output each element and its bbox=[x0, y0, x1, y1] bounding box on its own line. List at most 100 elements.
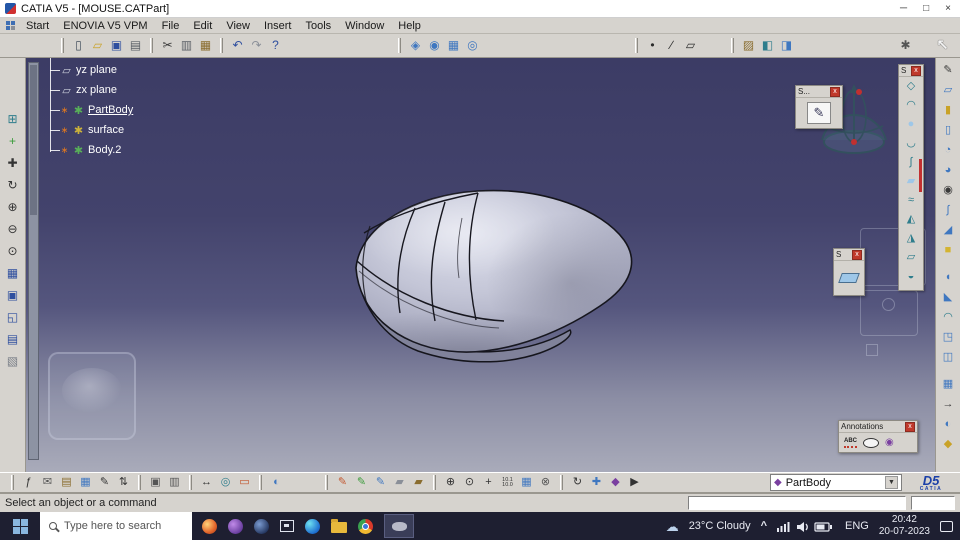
tree-item-zx-plane[interactable]: ▱ zx plane bbox=[49, 80, 133, 100]
menu-tools[interactable]: Tools bbox=[298, 19, 338, 33]
fx-knowledge-icon[interactable]: ƒ bbox=[19, 474, 38, 492]
viewport-3d[interactable]: ▱ yz plane ▱ zx plane ∗ ✱ PartBody ∗ ✱ s… bbox=[26, 58, 960, 472]
comment-icon[interactable]: ✉ bbox=[38, 474, 57, 492]
hide-show-icon[interactable]: ⊕ bbox=[441, 474, 460, 492]
sphere-surface-icon[interactable]: ● bbox=[902, 116, 921, 134]
grid-icon[interactable]: ▦ bbox=[444, 36, 463, 55]
sketcher-access-icon[interactable]: + bbox=[3, 132, 22, 151]
cut-icon[interactable]: ✂ bbox=[158, 36, 177, 55]
toolbar-grip[interactable] bbox=[61, 38, 64, 53]
offset-surface-icon[interactable]: ◡ bbox=[902, 135, 921, 153]
window-icon[interactable]: ▣ bbox=[3, 286, 22, 305]
apply-material-icon[interactable]: ▭ bbox=[235, 474, 254, 492]
toolbar-grip[interactable] bbox=[560, 475, 563, 490]
panel-titlebar[interactable]: S x bbox=[834, 249, 864, 261]
sweep-surface-icon[interactable]: ∫ bbox=[902, 154, 921, 172]
catalog-browser-icon[interactable]: ▤ bbox=[57, 474, 76, 492]
chrome-browser-icon[interactable] bbox=[358, 518, 373, 534]
cube-icon[interactable]: ■ bbox=[939, 242, 958, 260]
menu-start[interactable]: Start bbox=[19, 19, 56, 33]
compass-free-rotation-handle[interactable] bbox=[856, 89, 862, 95]
toolbar-grip[interactable] bbox=[325, 475, 328, 490]
balloon-annotation-icon[interactable] bbox=[863, 437, 879, 448]
workbench-grid-icon[interactable] bbox=[6, 21, 15, 30]
pen-blue-icon[interactable]: ✎ bbox=[371, 474, 390, 492]
menu-help[interactable]: Help bbox=[391, 19, 428, 33]
measure-tool-icon[interactable]: ◨ bbox=[777, 36, 796, 55]
sketch-with-support-icon[interactable]: ✎ bbox=[807, 102, 831, 124]
look-at-icon[interactable]: ◉ bbox=[425, 36, 444, 55]
new-document-icon[interactable]: ▯ bbox=[69, 36, 88, 55]
extrude-surface-icon[interactable]: ◇ bbox=[902, 78, 921, 96]
mirror-icon[interactable]: ◫ bbox=[939, 349, 958, 367]
tree-item-yz-plane[interactable]: ▱ yz plane bbox=[49, 60, 133, 80]
report-icon[interactable]: ▤ bbox=[3, 330, 22, 349]
toolbar-grip[interactable] bbox=[11, 475, 14, 490]
pen-red-icon[interactable]: ✎ bbox=[333, 474, 352, 492]
manipulation-icon[interactable]: ✚ bbox=[587, 474, 606, 492]
datum-target-icon[interactable]: ◉ bbox=[885, 437, 894, 448]
tree-item-partbody[interactable]: ∗ ✱ PartBody bbox=[49, 100, 133, 120]
measure-between-icon[interactable]: ↔ bbox=[197, 474, 216, 492]
tree-item-body-2[interactable]: ∗ ✱ Body.2 bbox=[49, 140, 133, 160]
close-icon[interactable]: x bbox=[905, 421, 915, 432]
trim-surface-icon[interactable]: ◮ bbox=[902, 230, 921, 248]
taskbar-pinned-app-orange[interactable] bbox=[202, 518, 217, 534]
panel-titlebar[interactable]: S x bbox=[899, 65, 923, 77]
taskbar-pinned-app-blue[interactable] bbox=[254, 518, 269, 534]
toolbar-overflow-indicator[interactable] bbox=[919, 159, 922, 192]
pattern-icon[interactable]: ▦ bbox=[939, 376, 958, 394]
light-toggle-icon[interactable]: ⊙ bbox=[460, 474, 479, 492]
tool-options-icon[interactable]: ⊗ bbox=[536, 474, 555, 492]
close-icon[interactable]: x bbox=[911, 65, 921, 76]
tree-expand-marker[interactable]: ∗ bbox=[60, 145, 69, 156]
stiffener-icon[interactable]: ◢ bbox=[939, 222, 958, 240]
taskbar-app-catia-active[interactable] bbox=[384, 514, 414, 538]
toolbar-grip[interactable] bbox=[398, 38, 401, 53]
save-icon[interactable]: ▣ bbox=[107, 36, 126, 55]
chevron-down-icon[interactable]: ▼ bbox=[885, 476, 898, 489]
tray-status-icons[interactable] bbox=[777, 519, 835, 533]
split-surface-icon[interactable]: ◭ bbox=[902, 211, 921, 229]
album-icon[interactable]: ▥ bbox=[165, 474, 184, 492]
pad-icon[interactable]: ▮ bbox=[939, 102, 958, 120]
plane-feature-icon[interactable]: ▱ bbox=[939, 82, 958, 100]
copy-icon[interactable]: ▥ bbox=[177, 36, 196, 55]
hole-icon[interactable]: ◉ bbox=[939, 182, 958, 200]
pen-green-icon[interactable]: ✎ bbox=[352, 474, 371, 492]
update-icon[interactable]: ↻ bbox=[568, 474, 587, 492]
tree-node-label[interactable]: yz plane bbox=[76, 64, 117, 76]
line-icon[interactable]: ∕ bbox=[662, 36, 681, 55]
rotate-view-icon[interactable]: ↻ bbox=[3, 176, 22, 195]
language-label[interactable]: ENG bbox=[845, 520, 869, 532]
sketcher-icon[interactable]: ✎ bbox=[939, 62, 958, 80]
tray-chevron-icon[interactable]: ^ bbox=[761, 520, 767, 532]
close-icon[interactable]: x bbox=[830, 86, 840, 97]
catalog-icon[interactable]: ▨ bbox=[739, 36, 758, 55]
render-icon[interactable]: ◧ bbox=[758, 36, 777, 55]
menu-view[interactable]: View bbox=[219, 19, 257, 33]
datum-icon[interactable]: ◆ bbox=[606, 474, 625, 492]
brush-icon[interactable]: ▰ bbox=[409, 474, 428, 492]
tree-expand-marker[interactable]: ∗ bbox=[60, 105, 69, 116]
fillet-icon[interactable]: ◖ bbox=[939, 269, 958, 287]
scrollbar-thumb[interactable] bbox=[30, 65, 37, 215]
print-icon[interactable]: ▤ bbox=[126, 36, 145, 55]
surface-patch-icon[interactable] bbox=[838, 273, 860, 283]
maximize-button[interactable]: □ bbox=[923, 3, 929, 14]
file-explorer-icon[interactable] bbox=[331, 519, 347, 533]
join-surface-icon[interactable]: ◒ bbox=[902, 268, 921, 286]
weather-text[interactable]: 23°C Cloudy bbox=[689, 520, 751, 532]
menu-enovia-v5-vpm[interactable]: ENOVIA V5 VPM bbox=[56, 19, 154, 33]
zoom-out-icon[interactable]: ⊖ bbox=[3, 220, 22, 239]
axis-system-icon[interactable]: + bbox=[479, 474, 498, 492]
eraser-icon[interactable]: ▰ bbox=[390, 474, 409, 492]
blend-surface-icon[interactable]: ≈ bbox=[902, 192, 921, 210]
paste-icon[interactable]: ▦ bbox=[196, 36, 215, 55]
tree-item-surface[interactable]: ∗ ✱ surface bbox=[49, 120, 133, 140]
start-button[interactable] bbox=[0, 512, 40, 540]
toolbar-grip[interactable] bbox=[731, 38, 734, 53]
menu-insert[interactable]: Insert bbox=[257, 19, 299, 33]
dimension-values-icon[interactable]: 10.1 10.0 bbox=[498, 474, 517, 492]
tree-node-label[interactable]: Body.2 bbox=[88, 144, 121, 156]
